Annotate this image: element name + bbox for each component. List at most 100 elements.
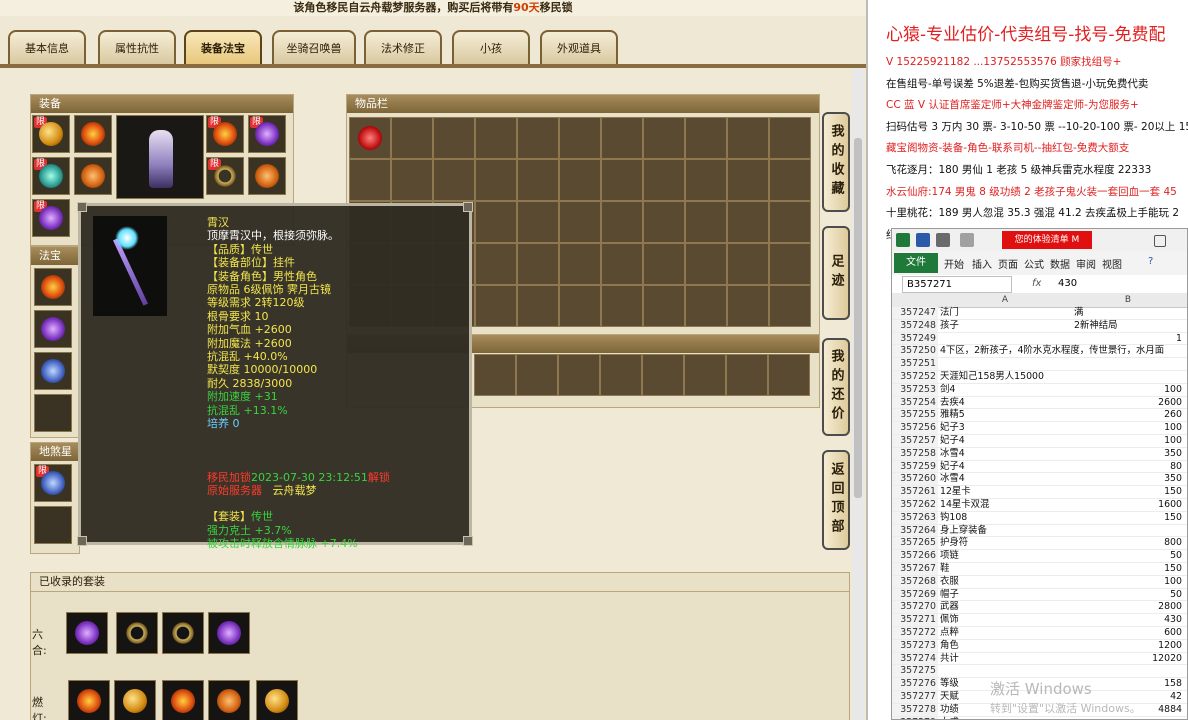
row-number[interactable]: 357267 [892, 562, 938, 575]
cell-b[interactable]: 100 [1074, 435, 1182, 447]
item-slot[interactable] [601, 159, 643, 201]
cell-b[interactable]: 满 [1074, 307, 1083, 319]
equip-slot-weapon[interactable]: 限 [32, 157, 70, 195]
cell-a[interactable]: 功绩 [940, 704, 959, 716]
cell-a[interactable]: 点粹 [940, 627, 959, 639]
item-slot[interactable] [769, 243, 811, 285]
item-slot[interactable] [433, 159, 475, 201]
scrollbar-thumb[interactable] [854, 138, 862, 498]
row-number[interactable]: 357261 [892, 486, 938, 498]
tab-spell-mods[interactable]: 法术修正 [364, 30, 442, 64]
tab-attributes[interactable]: 属性抗性 [98, 30, 176, 64]
row-number[interactable]: 357251 [892, 358, 938, 370]
tab-basic-info[interactable]: 基本信息 [8, 30, 86, 64]
item-slot[interactable] [559, 159, 601, 201]
row-number[interactable]: 357258 [892, 447, 938, 460]
row-number[interactable]: 357249 [892, 332, 938, 345]
cell-a[interactable]: 帽子 [940, 589, 959, 601]
cell-b[interactable]: 150 [1074, 512, 1182, 524]
redo-icon[interactable] [960, 233, 974, 247]
maximize-icon[interactable] [1154, 235, 1166, 247]
cell-a[interactable]: 身上穿装备 [940, 525, 987, 537]
ribbon-tab-view[interactable]: 视图 [1102, 256, 1122, 271]
item-slot[interactable] [685, 243, 727, 285]
equip-slot-shoes[interactable] [248, 157, 286, 195]
storage-slot[interactable] [516, 354, 558, 396]
sheet-row[interactable]: 357274 共计 12020 [892, 652, 1187, 666]
row-number[interactable]: 357266 [892, 550, 938, 562]
item-slot[interactable] [517, 285, 559, 327]
ribbon-tab-page[interactable]: 页面 [998, 256, 1018, 271]
item-slot[interactable] [475, 117, 517, 159]
item-slot[interactable] [517, 243, 559, 285]
cell-a[interactable]: 法门 [940, 307, 959, 319]
storage-slot[interactable] [684, 354, 726, 396]
sheet-row[interactable]: 357269 帽子 50 [892, 588, 1187, 602]
sheet-row[interactable]: 357264 身上穿装备 [892, 524, 1187, 538]
column-header-a[interactable]: A [940, 293, 1070, 307]
sheet-row[interactable]: 357256 妃子3 100 [892, 422, 1187, 435]
cell-b[interactable]: 100 [1074, 576, 1182, 588]
row-number[interactable]: 357265 [892, 537, 938, 550]
row-number[interactable]: 357247 [892, 307, 938, 319]
row-number[interactable]: 357256 [892, 422, 938, 434]
row-number[interactable]: 357262 [892, 498, 938, 511]
item-slot[interactable] [685, 285, 727, 327]
my-bargain-button[interactable]: 我的还价 [822, 338, 850, 436]
diyu-slot-1[interactable]: 限 [34, 464, 72, 502]
set-item[interactable] [66, 612, 108, 654]
sheet-row[interactable]: 357251 [892, 358, 1187, 371]
cell-a[interactable]: 14星卡双混 [940, 499, 989, 511]
save-icon[interactable] [916, 233, 930, 247]
equip-slot-necklace[interactable] [74, 115, 112, 153]
sheet-row[interactable]: 357273 角色 1200 [892, 639, 1187, 653]
page-scrollbar[interactable] [852, 68, 864, 720]
set-item[interactable] [208, 612, 250, 654]
equip-slot-hat[interactable]: 限 [32, 115, 70, 153]
item-slot[interactable] [559, 243, 601, 285]
item-slot[interactable] [601, 243, 643, 285]
cell-a[interactable]: 去疾4 [940, 397, 965, 409]
row-number[interactable]: 357269 [892, 588, 938, 601]
fabao-slot-2[interactable] [34, 310, 72, 348]
item-slot[interactable] [727, 201, 769, 243]
set-item[interactable] [256, 680, 298, 720]
row-number[interactable]: 357273 [892, 639, 938, 652]
item-slot[interactable] [517, 201, 559, 243]
item-slot[interactable] [601, 117, 643, 159]
sheet-row[interactable]: 357247 法门 满 [892, 307, 1187, 320]
sheet-row[interactable]: 357263 钩108 150 [892, 511, 1187, 525]
item-slot[interactable] [727, 243, 769, 285]
cell-a[interactable]: 冰雪4 [940, 448, 965, 460]
cell-a[interactable]: 冰雪4 [940, 473, 965, 485]
sheet-row[interactable]: 357279大成 [892, 716, 1187, 719]
ribbon-tab-home[interactable]: 开始 [944, 256, 964, 271]
help-icon[interactable]: ? [1148, 256, 1153, 267]
row-number[interactable]: 357257 [892, 434, 938, 447]
set-item[interactable] [114, 680, 156, 720]
equip-slot-belt[interactable]: 限 [206, 115, 244, 153]
item-slot[interactable] [559, 285, 601, 327]
row-number[interactable]: 357272 [892, 626, 938, 639]
item-slot[interactable] [643, 285, 685, 327]
sheet-row[interactable]: 357254 去疾4 2600 [892, 396, 1187, 410]
sheet-row[interactable]: 357265 护身符 800 [892, 537, 1187, 551]
storage-slot[interactable] [726, 354, 768, 396]
cell-a[interactable]: 天赋 [940, 691, 959, 703]
fx-icon[interactable]: fx [1032, 275, 1041, 293]
sheet-row[interactable]: 357250 4下区，2新孩子，4阶水克水程度，传世景行，水月面 [892, 345, 1187, 359]
item-slot[interactable] [727, 117, 769, 159]
storage-slot[interactable] [600, 354, 642, 396]
cell-a[interactable]: 钩108 [940, 512, 967, 524]
sheet-row[interactable]: 357260 冰雪4 350 [892, 473, 1187, 487]
cell-b[interactable]: 350 [1074, 473, 1182, 485]
item-slot[interactable] [643, 159, 685, 201]
cell-b[interactable]: 1600 [1074, 499, 1182, 511]
cell-b[interactable]: 2800 [1074, 601, 1182, 613]
cell-a[interactable]: 12星卡 [940, 486, 971, 498]
item-slot[interactable] [475, 243, 517, 285]
sheet-row[interactable]: 357248 孩子 2新神结局 [892, 319, 1187, 333]
set-item[interactable] [162, 612, 204, 654]
footprint-button[interactable]: 足迹 [822, 226, 850, 320]
equip-slot-bracelet[interactable]: 限 [206, 157, 244, 195]
